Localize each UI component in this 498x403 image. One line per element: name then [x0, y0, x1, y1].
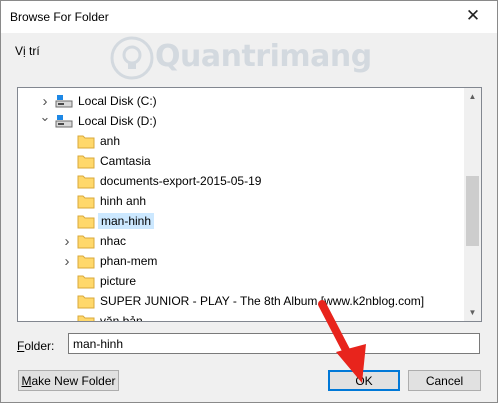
- tree-item-label: hinh anh: [100, 194, 147, 208]
- folder-input[interactable]: [68, 333, 480, 354]
- folder-field-label: Folder:: [17, 339, 54, 353]
- browse-for-folder-dialog: Browse For Folder ✕ Vị trí Quantrimang ›…: [0, 0, 498, 403]
- tree-item[interactable]: Camtasia: [18, 151, 464, 171]
- scroll-thumb[interactable]: [466, 176, 479, 246]
- folder-icon: [77, 233, 95, 249]
- tree-item-label: Local Disk (D:): [78, 114, 157, 128]
- tree-item-label: picture: [100, 274, 137, 288]
- ok-button[interactable]: OK: [328, 370, 400, 391]
- tree-item[interactable]: văn bản: [18, 311, 464, 321]
- dialog-description: Vị trí: [15, 44, 40, 58]
- tree-item-label: Local Disk (C:): [78, 94, 157, 108]
- make-new-folder-button[interactable]: Make New Folder: [18, 370, 119, 391]
- tree-item[interactable]: hinh anh: [18, 191, 464, 211]
- expander-placeholder: [60, 214, 74, 228]
- cancel-label: Cancel: [425, 373, 464, 388]
- expander-placeholder: [60, 194, 74, 208]
- expander-placeholder: [60, 294, 74, 308]
- folder-icon: [77, 293, 95, 309]
- expander-placeholder: [60, 154, 74, 168]
- folder-icon: [77, 253, 95, 269]
- tree-item-label: documents-export-2015-05-19: [100, 174, 262, 188]
- folder-tree-view[interactable]: › Local Disk (C:) ⌄ Local Disk (D:) anh Camta…: [17, 87, 482, 322]
- tree-item-label: văn bản: [100, 314, 143, 321]
- folder-icon: [77, 133, 95, 149]
- folder-icon: [77, 153, 95, 169]
- tree-item[interactable]: › nhac: [18, 231, 464, 251]
- folder-tree-list: › Local Disk (C:) ⌄ Local Disk (D:) anh Camta…: [18, 88, 464, 321]
- tree-item[interactable]: anh: [18, 131, 464, 151]
- tree-item[interactable]: › Local Disk (C:): [18, 91, 464, 111]
- window-title: Browse For Folder: [10, 10, 109, 24]
- tree-item-label: man-hinh: [98, 213, 155, 229]
- expander-placeholder: [60, 134, 74, 148]
- scroll-up-button[interactable]: ▲: [464, 88, 481, 105]
- tree-item[interactable]: SUPER JUNIOR - PLAY - The 8th Album [www…: [18, 291, 464, 311]
- tree-item-label: SUPER JUNIOR - PLAY - The 8th Album [www…: [100, 294, 425, 308]
- folder-label-rest: older:: [24, 339, 55, 353]
- make-new-folder-label: ake New Folder: [31, 373, 116, 388]
- tree-item-label: phan-mem: [100, 254, 158, 268]
- folder-icon: [77, 273, 95, 289]
- drive-icon: [55, 93, 73, 109]
- scroll-down-icon: ▼: [468, 308, 477, 317]
- close-button[interactable]: ✕: [453, 1, 493, 31]
- folder-icon: [77, 213, 95, 229]
- tree-item[interactable]: › phan-mem: [18, 251, 464, 271]
- chevron-down-icon[interactable]: ⌄: [38, 109, 52, 124]
- chevron-right-icon[interactable]: ›: [60, 233, 74, 250]
- title-bar: Browse For Folder ✕: [1, 1, 497, 33]
- scroll-down-button[interactable]: ▼: [464, 304, 481, 321]
- lightbulb-icon: [110, 36, 154, 80]
- tree-item[interactable]: picture: [18, 271, 464, 291]
- watermark-logo: Quantrimang: [109, 35, 372, 81]
- chevron-right-icon[interactable]: ›: [38, 93, 52, 110]
- expander-placeholder: [60, 314, 74, 321]
- tree-item-label: nhac: [100, 234, 127, 248]
- ok-label: OK: [355, 373, 373, 388]
- expander-placeholder: [60, 174, 74, 188]
- close-icon: ✕: [465, 6, 481, 25]
- watermark-text: Quantrimang: [155, 39, 372, 74]
- folder-icon: [77, 193, 95, 209]
- tree-item[interactable]: ⌄ Local Disk (D:): [18, 109, 464, 131]
- drive-icon: [55, 113, 73, 129]
- folder-icon: [77, 173, 95, 189]
- vertical-scrollbar[interactable]: ▲ ▼: [464, 88, 481, 321]
- expander-placeholder: [60, 274, 74, 288]
- cancel-button[interactable]: Cancel: [408, 370, 481, 391]
- tree-item[interactable]: documents-export-2015-05-19: [18, 171, 464, 191]
- make-new-folder-mnemonic: M: [21, 373, 32, 388]
- scroll-up-icon: ▲: [468, 92, 477, 101]
- folder-icon: [77, 313, 95, 321]
- tree-item-label: anh: [100, 134, 121, 148]
- tree-item-label: Camtasia: [100, 154, 151, 168]
- chevron-right-icon[interactable]: ›: [60, 253, 74, 270]
- tree-item[interactable]: man-hinh: [18, 211, 464, 231]
